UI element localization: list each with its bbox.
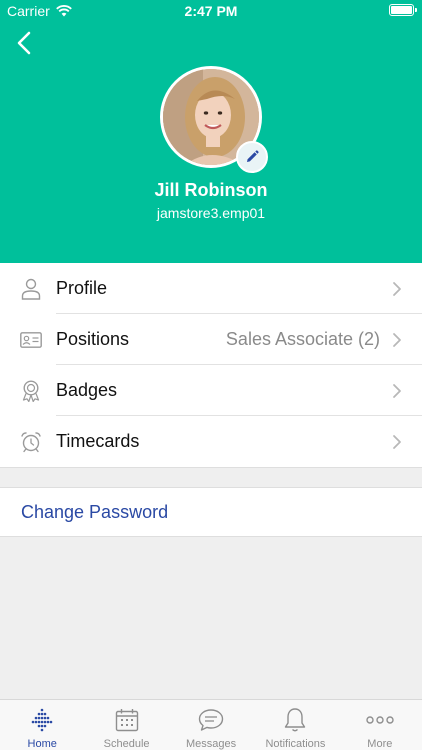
person-icon <box>20 278 42 300</box>
user-name: Jill Robinson <box>154 180 268 200</box>
tab-notifications[interactable]: Notifications <box>253 700 337 750</box>
change-password-label: Change Password <box>21 501 169 522</box>
tab-label: Home <box>27 738 57 750</box>
chevron-right-icon <box>393 332 401 347</box>
battery-icon <box>389 4 417 16</box>
chevron-right-icon <box>393 434 401 449</box>
tab-label: Schedule <box>103 738 150 750</box>
more-dots-icon <box>366 706 394 734</box>
menu-item-label: Badges <box>56 380 118 400</box>
tab-home[interactable]: Home <box>0 700 84 750</box>
menu-item-badges[interactable]: Badges <box>0 365 422 416</box>
menu-item-label: Profile <box>56 278 108 298</box>
bell-icon <box>281 706 309 734</box>
tab-schedule[interactable]: Schedule <box>84 700 168 750</box>
tab-messages[interactable]: Messages <box>169 700 253 750</box>
positions-value: Sales Associate (2) <box>225 329 380 349</box>
chat-bubble-icon <box>197 706 225 734</box>
back-chevron-icon[interactable] <box>14 30 36 56</box>
status-time: 2:47 PM <box>184 3 238 19</box>
tab-label: More <box>367 738 393 750</box>
menu-item-timecards[interactable]: Timecards <box>0 416 422 467</box>
badge-icon <box>20 379 42 402</box>
pencil-icon <box>247 150 259 162</box>
user-username: jamstore3.emp01 <box>156 205 266 221</box>
id-card-icon <box>20 329 42 351</box>
edit-photo-button[interactable] <box>236 141 268 173</box>
chevron-right-icon <box>393 281 401 296</box>
profile-header: Carrier 2:47 PM Jill Robinson jamstore3.… <box>0 0 422 263</box>
menu-item-positions[interactable]: Positions Sales Associate (2) <box>0 314 422 365</box>
tab-label: Notifications <box>265 738 326 750</box>
status-bar: Carrier 2:47 PM <box>0 0 422 24</box>
avatar-container <box>160 66 268 173</box>
tab-more[interactable]: More <box>338 700 422 750</box>
tab-label: Messages <box>185 738 237 750</box>
menu-item-profile[interactable]: Profile <box>0 263 422 314</box>
change-password-button[interactable]: Change Password <box>0 487 422 537</box>
alarm-clock-icon <box>20 431 42 453</box>
home-dots-icon <box>28 706 56 734</box>
menu-item-label: Timecards <box>56 431 140 451</box>
calendar-icon <box>113 706 141 734</box>
tab-bar: Home Schedule Messages Notifications Mor… <box>0 699 422 750</box>
menu-item-label: Positions <box>56 329 130 349</box>
chevron-right-icon <box>393 383 401 398</box>
account-menu: Profile Positions Sales Associate (2) Ba… <box>0 263 422 468</box>
